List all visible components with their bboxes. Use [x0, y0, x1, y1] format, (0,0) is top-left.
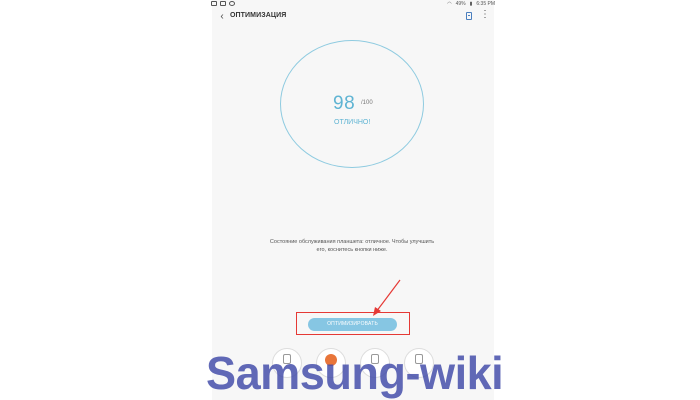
message-icon: [211, 1, 217, 6]
system-icons: ◠ 49% ▮ 6:35 PM: [447, 1, 495, 7]
page-title: ОПТИМИЗАЦИЯ: [230, 12, 287, 19]
status-description: Состояние обслуживания планшета: отлично…: [269, 239, 435, 253]
more-vertical-icon[interactable]: ⋮: [480, 10, 490, 20]
image-icon: [220, 1, 226, 6]
score-max: /100: [361, 100, 373, 106]
score-status: ОТЛИЧНО!: [334, 119, 371, 126]
optimize-button[interactable]: ОПТИМИЗИРОВАТЬ: [308, 318, 397, 331]
battery-icon: ▮: [469, 1, 473, 7]
clock: 6:35 PM: [476, 1, 495, 7]
battery-level: 49%: [455, 1, 466, 7]
back-arrow-icon[interactable]: ‹: [217, 12, 227, 22]
sync-icon: [229, 1, 235, 6]
watermark: Samsung-wiki: [206, 347, 504, 399]
toolbar: ‹ ОПТИМИЗАЦИЯ ⋮: [212, 8, 494, 26]
report-icon[interactable]: [466, 12, 472, 20]
notification-icons: [211, 1, 235, 6]
wifi-icon: ◠: [447, 1, 452, 7]
score-value: 98: [333, 93, 356, 114]
